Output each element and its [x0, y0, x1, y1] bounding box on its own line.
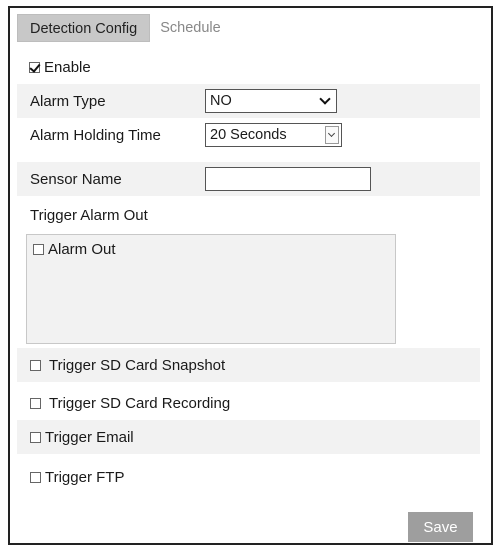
ftp-checkbox[interactable] — [30, 471, 41, 483]
sensor-name-row: Sensor Name — [17, 162, 480, 196]
sd-snapshot-label: Trigger SD Card Snapshot — [49, 356, 226, 374]
email-label: Trigger Email — [45, 428, 134, 446]
tab-detection-config[interactable]: Detection Config — [17, 14, 151, 42]
trigger-alarm-out-row: Trigger Alarm Out — [17, 198, 480, 232]
ftp-label: Trigger FTP — [45, 468, 125, 486]
holding-time-select[interactable]: 20 Seconds — [205, 123, 342, 147]
alarm-out-checkbox[interactable] — [33, 244, 44, 255]
sd-recording-label: Trigger SD Card Recording — [49, 394, 231, 412]
dropdown-arrow-icon[interactable] — [325, 126, 339, 144]
alarm-type-row: Alarm Type NO — [17, 84, 480, 118]
sensor-name-input[interactable] — [205, 167, 371, 191]
chevron-down-icon — [320, 96, 330, 106]
alarm-type-select[interactable]: NO — [205, 89, 337, 113]
trigger-sd-recording-row: Trigger SD Card Recording — [17, 386, 480, 420]
enable-label: Enable — [44, 58, 91, 76]
tab-schedule[interactable]: Schedule — [150, 14, 230, 42]
holding-time-label: Alarm Holding Time — [30, 126, 161, 144]
tab-bar: Detection Config Schedule — [17, 14, 231, 42]
alarm-out-label: Alarm Out — [48, 241, 116, 258]
trigger-sd-snapshot-row: Trigger SD Card Snapshot — [17, 348, 480, 382]
trigger-ftp-row: Trigger FTP — [17, 460, 480, 494]
trigger-alarm-out-label: Trigger Alarm Out — [30, 206, 148, 224]
sensor-name-label: Sensor Name — [30, 170, 122, 188]
email-checkbox[interactable] — [30, 431, 41, 443]
alarm-out-list: Alarm Out — [26, 234, 396, 344]
enable-row: Enable — [17, 50, 480, 84]
enable-checkbox[interactable] — [29, 61, 40, 73]
holding-time-value: 20 Seconds — [210, 127, 287, 143]
save-button[interactable]: Save — [408, 512, 473, 542]
holding-time-row: Alarm Holding Time 20 Seconds — [17, 118, 480, 152]
sd-snapshot-checkbox[interactable] — [30, 359, 41, 371]
sd-recording-checkbox[interactable] — [30, 397, 41, 409]
alarm-type-label: Alarm Type — [30, 92, 106, 110]
trigger-email-row: Trigger Email — [17, 420, 480, 454]
alarm-type-value: NO — [210, 93, 232, 109]
alarm-out-item[interactable]: Alarm Out — [33, 241, 116, 258]
